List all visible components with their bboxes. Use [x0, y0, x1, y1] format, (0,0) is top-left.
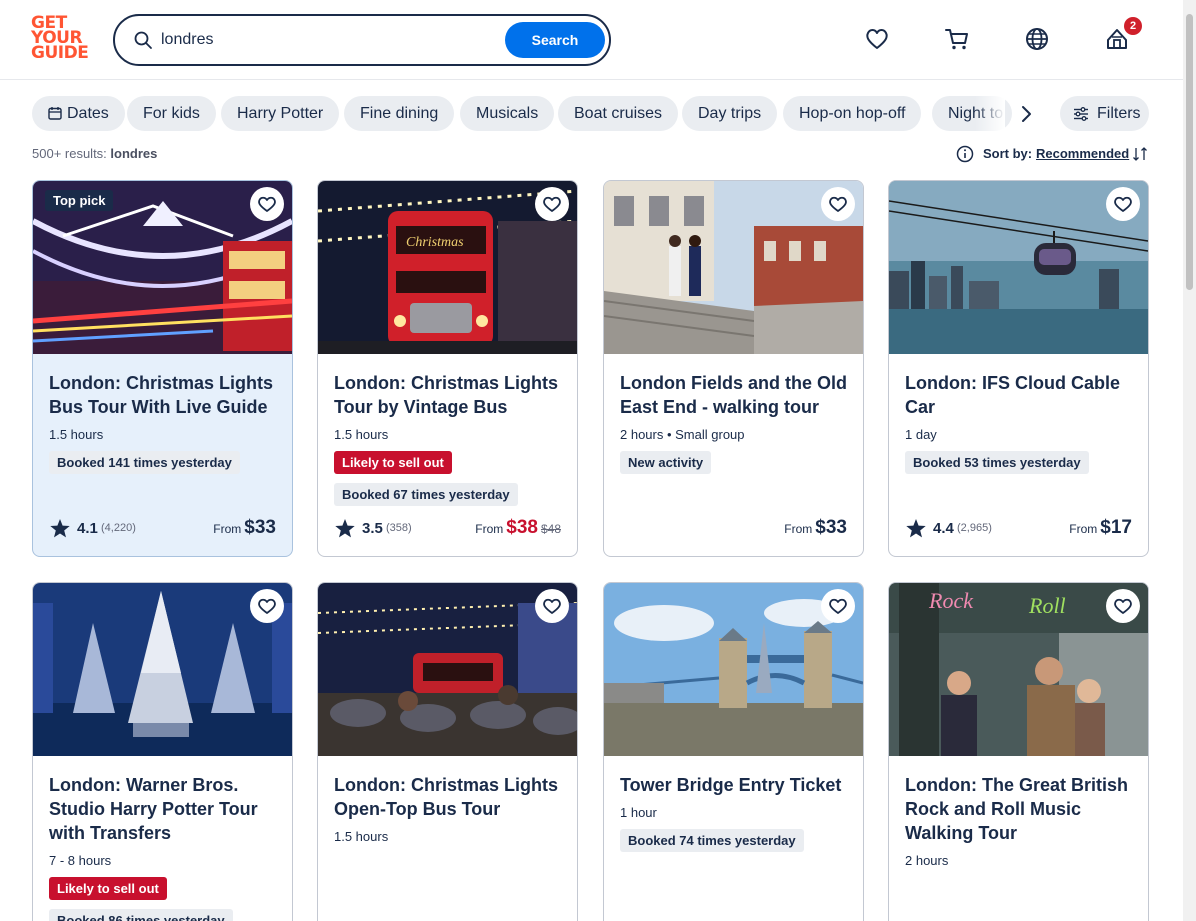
sell-out-badge: Likely to sell out — [49, 877, 167, 900]
price: From $38 $48 — [475, 517, 561, 538]
wishlist-button[interactable] — [821, 589, 855, 623]
star-icon — [335, 519, 355, 538]
page-scrollbar[interactable] — [1183, 0, 1196, 921]
top-pick-badge: Top pick — [45, 190, 114, 211]
price: From $17 — [1069, 517, 1132, 538]
activity-card[interactable]: London: IFS Cloud Cable Car 1 day Booked… — [888, 180, 1149, 557]
activity-card[interactable]: London Fields and the Old East End - wal… — [603, 180, 864, 557]
heart-icon — [258, 598, 276, 614]
wishlist-button[interactable] — [1106, 589, 1140, 623]
heart-icon — [829, 196, 847, 212]
heart-icon — [1114, 598, 1132, 614]
heart-icon — [258, 196, 276, 212]
chip-day-trips[interactable]: Day trips — [682, 96, 778, 131]
heart-icon — [543, 598, 561, 614]
search-input[interactable] — [161, 28, 501, 52]
activity-duration: 1.5 hours — [49, 427, 104, 442]
price: From $33 — [213, 517, 276, 538]
wishlist-button[interactable] — [1106, 187, 1140, 221]
info-icon[interactable] — [956, 145, 974, 163]
chip-dates[interactable]: Dates — [32, 96, 125, 131]
chip-musicals[interactable]: Musicals — [460, 96, 555, 131]
results-count: 500+ results: londres — [32, 146, 158, 161]
activity-duration: 2 hours — [905, 853, 949, 868]
heart-icon — [543, 196, 561, 212]
activity-title[interactable]: London: Christmas Lights Bus Tour With L… — [49, 371, 281, 419]
activity-card[interactable]: Christmas London: Christmas Lights Tour … — [317, 180, 578, 557]
svg-text:Rock: Rock — [928, 588, 974, 613]
activity-title[interactable]: London: Christmas Lights Tour by Vintage… — [334, 371, 566, 419]
activity-title[interactable]: London: The Great British Rock and Roll … — [905, 773, 1137, 845]
chip-boat-cruises[interactable]: Boat cruises — [558, 96, 679, 131]
sell-out-badge: Likely to sell out — [334, 451, 452, 474]
price: From $33 — [784, 517, 847, 538]
filters-button[interactable]: Filters — [1060, 96, 1149, 131]
star-icon — [50, 519, 70, 538]
wishlist-button[interactable] — [535, 589, 569, 623]
search-bar: Search — [113, 14, 611, 66]
activity-title[interactable]: London Fields and the Old East End - wal… — [620, 371, 852, 419]
getyourguide-logo[interactable]: GET YOUR GUIDE — [31, 15, 91, 62]
wishlist-button[interactable] — [821, 187, 855, 221]
scrollbar-thumb[interactable] — [1186, 14, 1193, 290]
activity-duration: 1.5 hours — [334, 829, 389, 844]
wishlist-button[interactable] — [535, 187, 569, 221]
chips-fade — [975, 96, 1005, 132]
activity-duration: 1.5 hours — [334, 427, 389, 442]
activity-card[interactable]: Rock Roll London: The Great British Rock … — [888, 582, 1149, 921]
chip-hop-on-hop-off[interactable]: Hop-on hop-off — [783, 96, 922, 131]
booked-badge: Booked 141 times yesterday — [49, 451, 240, 474]
heart-icon — [1114, 196, 1132, 212]
activity-card[interactable]: Top pick London: Christmas Lights Bus To… — [32, 180, 293, 557]
activity-title[interactable]: London: Warner Bros. Studio Harry Potter… — [49, 773, 281, 845]
activity-title[interactable]: London: IFS Cloud Cable Car — [905, 371, 1137, 419]
new-activity-badge: New activity — [620, 451, 712, 474]
notification-badge: 2 — [1124, 17, 1142, 35]
wishlist-button[interactable] — [250, 589, 284, 623]
search-icon — [134, 31, 152, 49]
activity-card[interactable]: London: Christmas Lights Open-Top Bus To… — [317, 582, 578, 921]
cart-icon[interactable] — [944, 26, 970, 52]
chevron-right-icon[interactable] — [1014, 102, 1038, 126]
chip-for-kids[interactable]: For kids — [127, 96, 216, 131]
chip-fine-dining[interactable]: Fine dining — [344, 96, 455, 131]
star-icon — [906, 519, 926, 538]
activity-duration: 7 - 8 hours — [49, 853, 112, 868]
sort-arrows-icon[interactable] — [1132, 146, 1148, 162]
activity-title[interactable]: Tower Bridge Entry Ticket — [620, 773, 852, 797]
activity-card[interactable]: London: Warner Bros. Studio Harry Potter… — [32, 582, 293, 921]
calendar-icon — [48, 107, 62, 120]
booked-badge: Booked 53 times yesterday — [905, 451, 1089, 474]
wishlist-button[interactable] — [250, 187, 284, 221]
activity-duration: 2 hours • Small group — [620, 427, 745, 442]
heart-icon — [829, 598, 847, 614]
sliders-icon — [1074, 107, 1088, 121]
heart-icon[interactable] — [864, 26, 890, 52]
svg-text:Roll: Roll — [1028, 593, 1066, 618]
category-chips: Dates For kids Harry Potter Fine dining … — [32, 96, 1132, 132]
booked-badge: Booked 74 times yesterday — [620, 829, 804, 852]
svg-text:Christmas: Christmas — [406, 235, 464, 250]
activity-duration: 1 day — [905, 427, 937, 442]
activity-duration: 1 hour — [620, 805, 657, 820]
booked-badge: Booked 67 times yesterday — [334, 483, 518, 506]
chip-harry-potter[interactable]: Harry Potter — [221, 96, 340, 131]
activity-card[interactable]: Tower Bridge Entry Ticket 1 hour Booked … — [603, 582, 864, 921]
booked-badge: Booked 86 times yesterday — [49, 909, 233, 921]
top-header: GET YOUR GUIDE Search 2 — [0, 0, 1196, 80]
activity-title[interactable]: London: Christmas Lights Open-Top Bus To… — [334, 773, 566, 821]
globe-icon[interactable] — [1024, 26, 1050, 52]
search-button[interactable]: Search — [505, 22, 605, 58]
sort-control[interactable]: Sort by: Recommended — [956, 145, 1150, 165]
